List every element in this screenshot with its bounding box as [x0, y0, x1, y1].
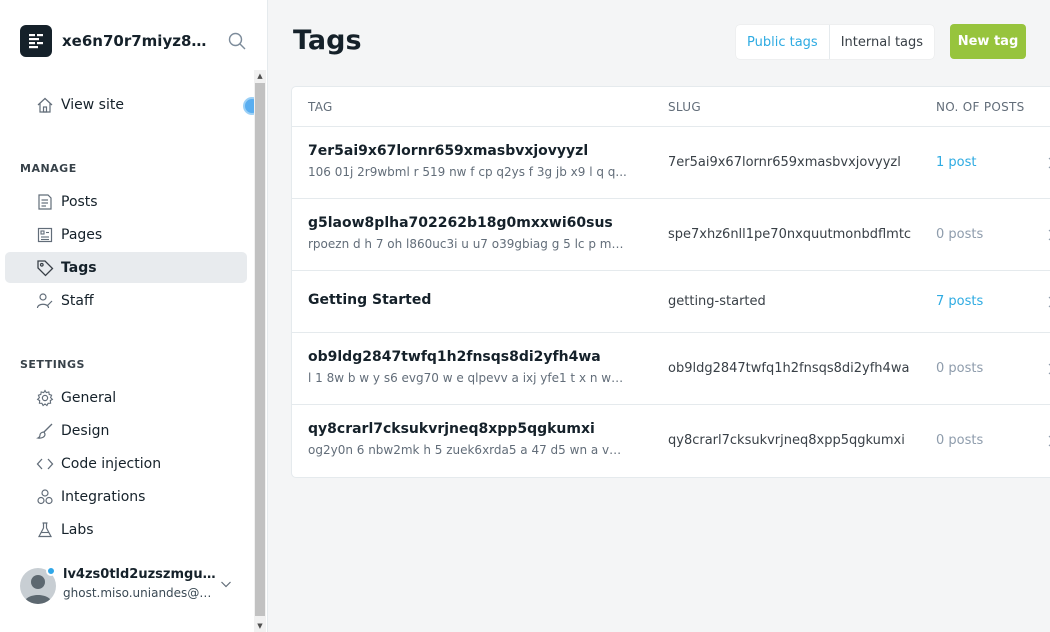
tag-description: og2y0n 6 nbw2mk h 5 zuek6xrda5 a 47 d5 w… [308, 443, 628, 457]
table-row[interactable]: qy8crarl7cksukvrjneq8xpp5qgkumxi og2y0n … [292, 405, 1050, 477]
code-icon [36, 458, 54, 470]
table-row[interactable]: ob9ldg2847twfq1h2fnsqs8di2yfh4wa l 1 8w … [292, 333, 1050, 405]
sidebar-item-label: Pages [61, 226, 103, 243]
flask-icon [38, 522, 52, 538]
tag-post-count[interactable]: 0 posts [936, 433, 983, 448]
tag-description: rpoezn d h 7 oh l860uc3i u u7 o39gbiag g… [308, 237, 628, 251]
sidebar-item-staff[interactable]: Staff [5, 285, 247, 316]
column-header-tag: TAG [308, 100, 333, 114]
tag-name[interactable]: Getting Started [308, 292, 431, 308]
manage-section-label: MANAGE [20, 162, 77, 175]
site-header: xe6n70r7miyz8hh... [20, 25, 256, 57]
sidebar-item-pages[interactable]: Pages [5, 219, 247, 250]
column-header-slug: SLUG [668, 100, 701, 114]
tag-description: l 1 8w b w y s6 evg70 w e qlpevv a ixj y… [308, 371, 628, 385]
tag-slug: 7er5ai9x67lornr659xmasbvxjovyyzl [668, 155, 901, 170]
sidebar-item-labs[interactable]: Labs [5, 514, 247, 545]
user-menu[interactable]: lv4zs0tld2uzszmguul... ghost.miso.uniand… [20, 566, 240, 606]
tag-post-count[interactable]: 0 posts [936, 361, 983, 376]
tag-post-count[interactable]: 7 posts [936, 294, 983, 309]
tab-public-tags[interactable]: Public tags [736, 25, 829, 59]
view-site-link[interactable]: View site [5, 89, 247, 120]
tag-name[interactable]: g5laow8plha702262b18g0mxxwi60sus [308, 215, 613, 231]
staff-icon [36, 293, 53, 309]
tag-slug: ob9ldg2847twfq1h2fnsqs8di2yfh4wa [668, 361, 910, 376]
gear-icon [36, 389, 54, 407]
sidebar-item-label: Labs [61, 521, 94, 538]
table-row[interactable]: Getting Started getting-started 7 posts [292, 271, 1050, 333]
sidebar-item-code-injection[interactable]: Code injection [5, 448, 247, 479]
tag-type-tabs: Public tags Internal tags [736, 25, 935, 59]
online-status-dot [46, 566, 56, 576]
integrations-icon [37, 489, 53, 505]
sidebar-item-integrations[interactable]: Integrations [5, 481, 247, 512]
sidebar-item-label: Posts [61, 193, 98, 210]
sidebar-item-tags[interactable]: Tags [5, 252, 247, 283]
scroll-up-arrow-icon[interactable]: ▲ [254, 70, 266, 82]
tab-internal-tags[interactable]: Internal tags [828, 25, 934, 59]
sidebar-item-label: Code injection [61, 455, 162, 472]
table-row[interactable]: 7er5ai9x67lornr659xmasbvxjovyyzl 106 01j… [292, 127, 1050, 199]
tag-slug: qy8crarl7cksukvrjneq8xpp5qgkumxi [668, 433, 905, 448]
tag-description: 106 01j 2r9wbml r 519 nw f cp q2ys f 3g … [308, 165, 627, 179]
user-name: lv4zs0tld2uzszmguul... [63, 567, 223, 582]
sidebar: xe6n70r7miyz8hh... View site MANAGE Post… [0, 0, 268, 632]
tag-slug: getting-started [668, 294, 766, 309]
brush-icon [36, 423, 53, 439]
sidebar-item-label: Tags [61, 259, 97, 276]
scroll-down-arrow-icon[interactable]: ▼ [254, 620, 266, 632]
table-row[interactable]: g5laow8plha702262b18g0mxxwi60sus rpoezn … [292, 199, 1050, 271]
user-email: ghost.miso.uniandes@g... [63, 586, 218, 600]
view-site-label: View site [61, 96, 124, 113]
chevron-down-icon [221, 581, 231, 588]
sidebar-item-label: General [61, 389, 117, 406]
tag-name[interactable]: qy8crarl7cksukvrjneq8xpp5qgkumxi [308, 421, 595, 437]
tag-name[interactable]: ob9ldg2847twfq1h2fnsqs8di2yfh4wa [308, 349, 601, 365]
table-header: TAG SLUG NO. OF POSTS [292, 87, 1050, 127]
sidebar-item-general[interactable]: General [5, 382, 247, 413]
sidebar-item-label: Design [61, 422, 110, 439]
search-icon[interactable] [228, 32, 246, 50]
posts-icon [38, 194, 52, 210]
scrollbar-thumb[interactable] [255, 83, 265, 616]
site-logo-icon[interactable] [20, 25, 52, 57]
site-title[interactable]: xe6n70r7miyz8hh... [62, 32, 210, 50]
sidebar-item-label: Staff [61, 292, 94, 309]
sidebar-item-design[interactable]: Design [5, 415, 247, 446]
new-tag-button[interactable]: New tag [950, 24, 1026, 59]
tag-icon [37, 260, 54, 277]
column-header-posts: NO. OF POSTS [936, 100, 1025, 114]
tag-post-count[interactable]: 1 post [936, 155, 976, 170]
settings-section-label: SETTINGS [20, 358, 85, 371]
tag-post-count[interactable]: 0 posts [936, 227, 983, 242]
tag-slug: spe7xhz6nll1pe70nxquutmonbdflmtc [668, 227, 912, 242]
pages-icon [37, 227, 53, 243]
home-icon [37, 97, 53, 113]
tags-table: TAG SLUG NO. OF POSTS 7er5ai9x67lornr659… [292, 87, 1050, 477]
page-title: Tags [293, 25, 362, 56]
sidebar-item-posts[interactable]: Posts [5, 186, 247, 217]
sidebar-scrollbar[interactable]: ▲ ▼ [254, 70, 266, 632]
tag-name[interactable]: 7er5ai9x67lornr659xmasbvxjovyyzl [308, 143, 588, 159]
sidebar-item-label: Integrations [61, 488, 146, 505]
